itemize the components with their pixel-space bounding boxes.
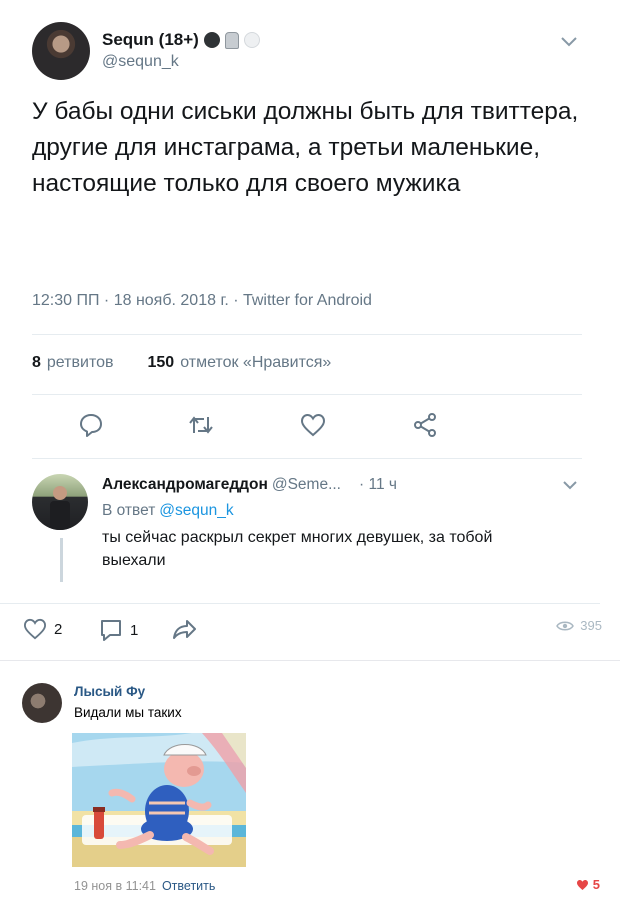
share-icon[interactable] xyxy=(410,410,440,440)
comment-image[interactable] xyxy=(72,733,246,867)
reply-like-button[interactable]: 2 xyxy=(22,618,62,640)
author-handle[interactable]: @sequn_k xyxy=(102,53,179,71)
comment-footer: 19 ноя в 11:41 Ответить xyxy=(74,879,215,893)
author-name-line[interactable]: Sequn (18+) xyxy=(102,30,260,50)
divider xyxy=(0,603,600,604)
reply-comment-count: 1 xyxy=(130,621,139,639)
in-reply-handle[interactable]: @sequn_k xyxy=(159,502,233,519)
comment-like-count: 5 xyxy=(592,877,600,892)
reply-author-name[interactable]: Александромагеддон xyxy=(102,476,268,493)
comment-text: Видали мы таких xyxy=(74,705,182,720)
tweet-actions xyxy=(32,410,592,444)
commenter-avatar[interactable] xyxy=(22,683,62,723)
divider xyxy=(32,334,582,335)
comment-reply-link[interactable]: Ответить xyxy=(162,879,215,893)
reply-author-line[interactable]: Александромагеддон @Seme... · 11 ч xyxy=(102,476,397,494)
new-moon-icon xyxy=(203,32,220,48)
retweets-label: ретвитов xyxy=(46,354,114,371)
retweets-stat[interactable]: 8 ретвитов xyxy=(32,354,113,372)
reply-text: ты сейчас раскрыл секрет многих девушек,… xyxy=(102,529,493,569)
divider xyxy=(32,458,582,459)
tweet-stats: 8 ретвитов 150 отметок «Нравится» xyxy=(32,354,331,372)
tweet-header: Sequn (18+) @sequn_k xyxy=(32,22,592,82)
reply-actions: 2 1 395 xyxy=(22,616,602,646)
tweet-meta: 12:30 ПП · 18 нояб. 2018 г. · Twitter fo… xyxy=(32,292,372,309)
white-circle-icon xyxy=(243,32,260,48)
reply-share-button[interactable] xyxy=(172,618,198,640)
reply-author-avatar[interactable] xyxy=(32,474,88,530)
likes-label: отметок «Нравится» xyxy=(180,354,332,371)
retweets-count: 8 xyxy=(32,354,41,371)
reply-icon[interactable] xyxy=(76,410,106,440)
author-name[interactable]: Sequn (18+) xyxy=(102,30,199,50)
reply-time[interactable]: · 11 ч xyxy=(359,476,397,493)
share-arrow-icon xyxy=(173,620,196,639)
reply-tweet: Александромагеддон @Seme... · 11 ч В ответ… xyxy=(32,470,592,600)
comment-like-button[interactable]: 5 xyxy=(576,877,600,892)
retweet-icon[interactable] xyxy=(186,410,216,440)
in-reply-prefix: В ответ xyxy=(102,502,156,519)
likes-stat[interactable]: 150 отметок «Нравится» xyxy=(147,354,331,372)
reply-views: 395 xyxy=(556,618,602,633)
likes-count: 150 xyxy=(147,354,175,371)
chevron-down-icon[interactable] xyxy=(562,476,578,496)
in-reply-to: В ответ @sequn_k xyxy=(102,502,234,520)
reply-author-handle[interactable]: @Seme... xyxy=(272,476,341,493)
chevron-down-icon[interactable] xyxy=(560,32,578,53)
thread-line xyxy=(60,538,63,582)
cartoon-pig-image xyxy=(72,733,246,867)
eye-icon xyxy=(556,621,575,630)
reply-comment-button[interactable]: 1 xyxy=(98,618,138,642)
commenter-name[interactable]: Лысый Фу xyxy=(74,684,145,699)
comment-date: 19 ноя в 11:41 xyxy=(74,879,156,893)
section-separator xyxy=(0,660,620,661)
heart-icon xyxy=(576,879,588,890)
author-avatar[interactable] xyxy=(32,22,90,80)
like-icon xyxy=(23,618,47,640)
comment-icon xyxy=(101,620,121,641)
moai-icon xyxy=(224,31,239,49)
divider xyxy=(32,394,582,395)
reply-views-count: 395 xyxy=(580,618,602,633)
reply-like-count: 2 xyxy=(54,620,63,638)
tweet-text: У бабы одни сиськи должны быть для твитт… xyxy=(32,98,579,197)
like-icon[interactable] xyxy=(298,410,328,440)
